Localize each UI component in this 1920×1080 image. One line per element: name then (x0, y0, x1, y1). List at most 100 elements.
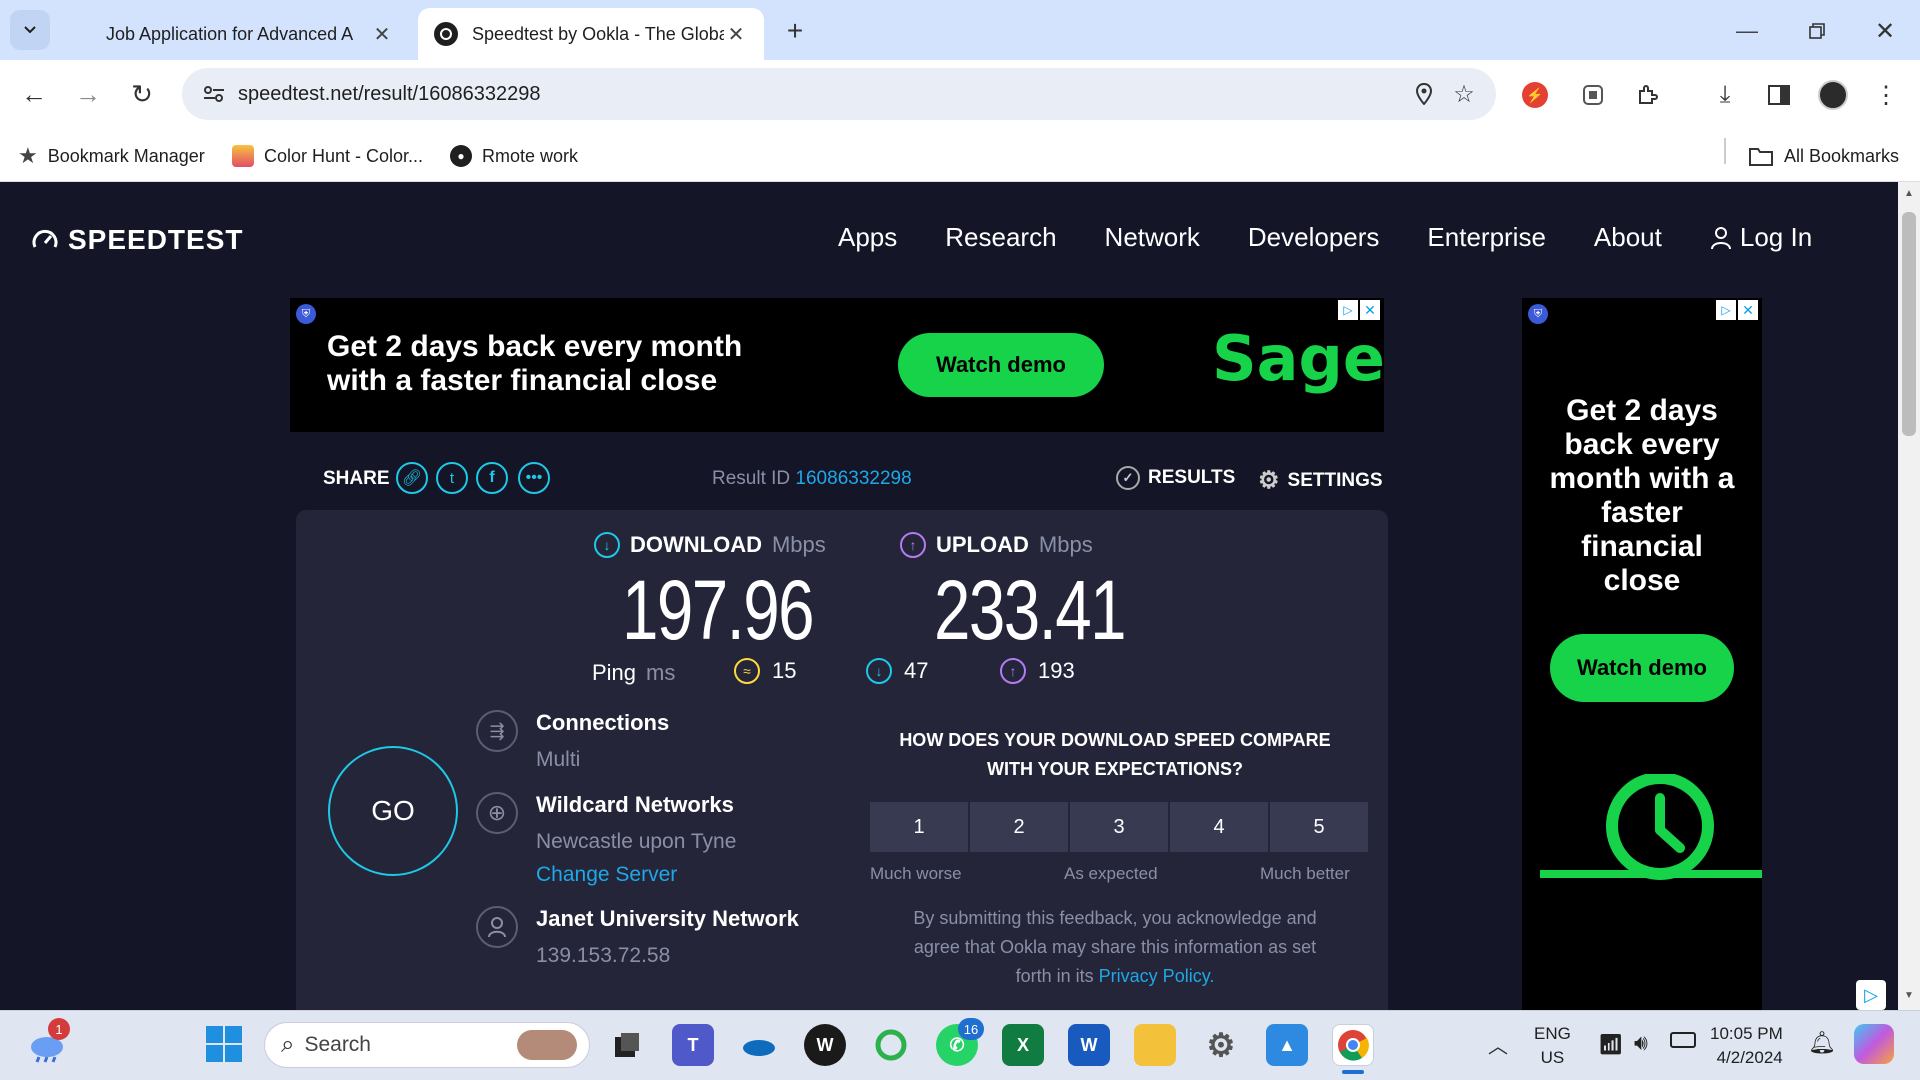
notification-bell-icon[interactable]: 🔔︎ (1808, 1030, 1836, 1056)
ad-choices[interactable]: ▷ ✕ (1338, 300, 1380, 320)
site-info-icon[interactable] (194, 85, 234, 103)
forward-button[interactable]: → (70, 76, 106, 112)
facebook-icon[interactable]: f (476, 462, 508, 494)
scrollbar-thumb[interactable] (1902, 212, 1916, 436)
bookmark-star-icon[interactable]: ☆ (1444, 80, 1484, 109)
extension-puzzle-doc-icon[interactable] (1578, 80, 1608, 110)
more-menu-icon[interactable]: ⋮ (1874, 80, 1898, 110)
arrow-right-icon: → (75, 78, 101, 109)
all-bookmarks[interactable]: All Bookmarks (1748, 138, 1899, 174)
tab-search-button[interactable] (10, 10, 50, 50)
connections-label: Connections (536, 710, 670, 735)
bookmark-rmote-work[interactable]: ● Rmote work (450, 138, 578, 174)
teams-icon[interactable]: T (672, 1024, 714, 1066)
change-server-link[interactable]: Change Server (536, 863, 677, 887)
tab-title: Speedtest by Ookla - The Globa (472, 23, 724, 44)
location-pin-icon[interactable] (1404, 83, 1444, 105)
task-view-button[interactable] (606, 1024, 648, 1066)
scroll-up-icon[interactable]: ▲ (1904, 188, 1914, 199)
close-icon[interactable]: ✕ (724, 22, 748, 47)
word-icon[interactable]: W (1068, 1024, 1110, 1066)
settings-gear-icon[interactable]: ⚙ (1200, 1024, 1242, 1066)
bookmark-color-hunt[interactable]: Color Hunt - Color... (232, 138, 423, 174)
adchoices-icon[interactable]: ▷ (1856, 980, 1886, 1010)
side-ad-headline: Get 2 days back every month with a faste… (1549, 394, 1735, 597)
clock[interactable]: 10:05 PM 4/2/2024 (1710, 1022, 1783, 1070)
nav-network[interactable]: Network (1105, 222, 1200, 253)
share-link-icon[interactable]: 🔗︎ (396, 462, 428, 494)
result-id-link[interactable]: 16086332298 (795, 468, 911, 489)
url-text[interactable]: speedtest.net/result/16086332298 (238, 83, 1404, 106)
minimize-button[interactable]: — (1730, 14, 1764, 48)
scroll-down-icon[interactable]: ▼ (1904, 990, 1914, 1001)
server-location: Newcastle upon Tyne (536, 830, 737, 853)
wifi-icon[interactable]: 📶︎ (1598, 1032, 1623, 1057)
taskbar-search[interactable]: ⌕ Search (264, 1022, 590, 1068)
download-icon[interactable]: ⤓ (1710, 80, 1740, 110)
reload-button[interactable]: ↻ (124, 76, 160, 112)
tab-speedtest[interactable]: Speedtest by Ookla - The Globa ✕ (418, 8, 764, 60)
lang-line1: ENG (1534, 1024, 1571, 1043)
adchoices-icon[interactable]: ▷ (1716, 300, 1736, 320)
login-link[interactable]: Log In (1710, 222, 1812, 253)
side-watch-demo-button[interactable]: Watch demo (1550, 634, 1734, 702)
windows-logo-icon (206, 1026, 242, 1062)
speedtest-logo[interactable]: SPEEDTEST (30, 224, 243, 256)
twitter-icon[interactable]: t (436, 462, 468, 494)
tab-job-application[interactable]: Job Application for Advanced A ✕ (90, 8, 410, 60)
profile-avatar[interactable] (1818, 80, 1848, 110)
privacy-policy-link[interactable]: Privacy Policy. (1099, 966, 1215, 986)
page-scrollbar[interactable]: ▲ ▼ (1898, 182, 1920, 1010)
close-icon[interactable]: ✕ (370, 22, 394, 47)
bookmark-manager[interactable]: ★ Bookmark Manager (18, 138, 205, 174)
file-explorer-icon[interactable] (1134, 1024, 1176, 1066)
arrow-left-icon: ← (21, 78, 47, 109)
wordpress-icon[interactable]: W (804, 1024, 846, 1066)
nav-developers[interactable]: Developers (1248, 222, 1380, 253)
copilot-icon[interactable] (1854, 1024, 1894, 1064)
volume-icon[interactable]: 🔊︎ (1634, 1030, 1648, 1056)
rating-4-button[interactable]: 4 (1170, 802, 1268, 852)
results-button[interactable]: ✓ RESULTS (1116, 466, 1235, 490)
nav-research[interactable]: Research (945, 222, 1056, 253)
language-indicator[interactable]: ENG US (1534, 1022, 1571, 1070)
ad-choices[interactable]: ▷ ✕ (1716, 300, 1758, 320)
banner-ad[interactable]: ⛨ ▷ ✕ Get 2 days back every month with a… (290, 298, 1385, 432)
search-icon: ⌕ (281, 1031, 295, 1058)
show-hidden-icons-chevron-up-icon[interactable]: ︿ (1488, 1030, 1508, 1059)
side-panel-icon[interactable] (1764, 80, 1794, 110)
restore-button[interactable] (1800, 14, 1834, 48)
address-bar[interactable]: speedtest.net/result/16086332298 ☆ (182, 68, 1496, 120)
disclaimer-line2: agree that Ookla may share this informat… (913, 937, 1317, 957)
rating-3-button[interactable]: 3 (1070, 802, 1168, 852)
circle-app-icon[interactable] (870, 1024, 912, 1066)
new-tab-button[interactable]: + (778, 14, 812, 48)
nav-about[interactable]: About (1594, 222, 1662, 253)
nav-apps[interactable]: Apps (838, 222, 897, 253)
onedrive-icon[interactable] (738, 1024, 780, 1066)
side-ad[interactable]: ⛨ ▷ ✕ Get 2 days back every month with a… (1522, 298, 1762, 1010)
rating-2-button[interactable]: 2 (970, 802, 1068, 852)
more-share-icon[interactable]: ••• (518, 462, 550, 494)
start-button[interactable] (206, 1026, 242, 1067)
nav-enterprise[interactable]: Enterprise (1427, 222, 1546, 253)
extension-lightning-icon[interactable]: ⚡ (1522, 82, 1548, 108)
back-button[interactable]: ← (16, 76, 52, 112)
ping-download: ↓ 47 (866, 658, 928, 684)
extensions-icon[interactable] (1632, 80, 1662, 110)
settings-button[interactable]: ⚙ SETTINGS (1258, 466, 1383, 495)
excel-icon[interactable]: X (1002, 1024, 1044, 1066)
photos-icon[interactable]: ▲ (1266, 1024, 1308, 1066)
close-window-button[interactable]: ✕ (1868, 14, 1902, 48)
chrome-icon[interactable] (1332, 1024, 1374, 1066)
go-button[interactable]: GO (328, 746, 458, 876)
adchoices-icon[interactable]: ▷ (1338, 300, 1358, 320)
close-icon[interactable]: ✕ (1360, 300, 1380, 320)
close-icon[interactable]: ✕ (1738, 300, 1758, 320)
disclaimer-line3: forth in its (1015, 966, 1094, 986)
watch-demo-button[interactable]: Watch demo (898, 333, 1104, 397)
download-unit: Mbps (771, 532, 826, 557)
battery-icon[interactable] (1670, 1032, 1696, 1048)
rating-1-button[interactable]: 1 (870, 802, 968, 852)
rating-5-button[interactable]: 5 (1270, 802, 1368, 852)
